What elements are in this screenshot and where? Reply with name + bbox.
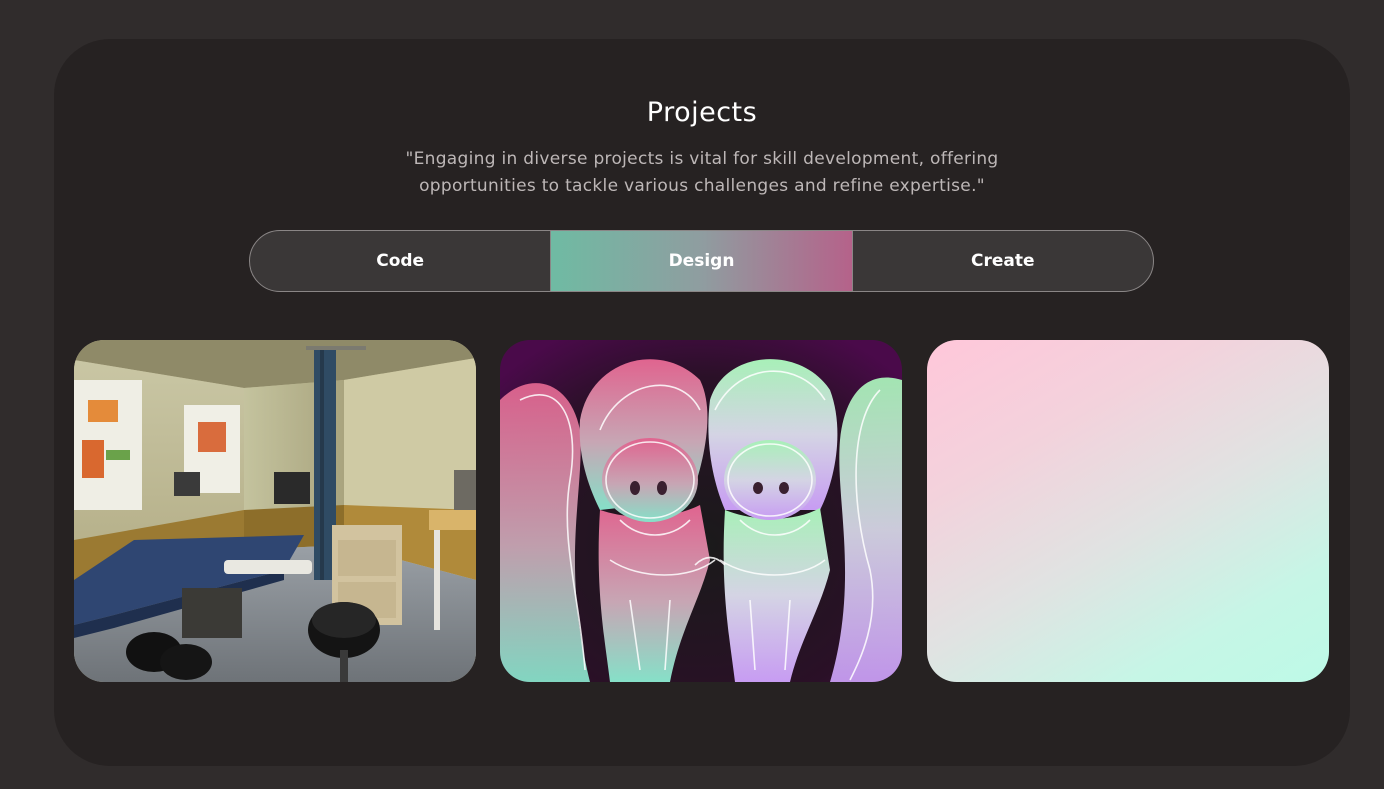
project-card-character-art[interactable]	[500, 340, 902, 682]
section-title: Projects	[646, 97, 758, 128]
project-card-exam-room[interactable]	[74, 340, 476, 682]
projects-panel: Projects "Engaging in diverse projects i…	[54, 39, 1350, 766]
section-quote: "Engaging in diverse projects is vital f…	[405, 149, 999, 196]
tab-design[interactable]: Design	[550, 231, 852, 291]
character-art-image	[500, 340, 902, 682]
tab-create[interactable]: Create	[851, 231, 1153, 291]
project-category-tabs: Code Design Create	[249, 230, 1154, 292]
tab-code[interactable]: Code	[250, 231, 550, 291]
project-card-gradient[interactable]	[927, 340, 1329, 682]
exam-room-image	[74, 340, 476, 682]
